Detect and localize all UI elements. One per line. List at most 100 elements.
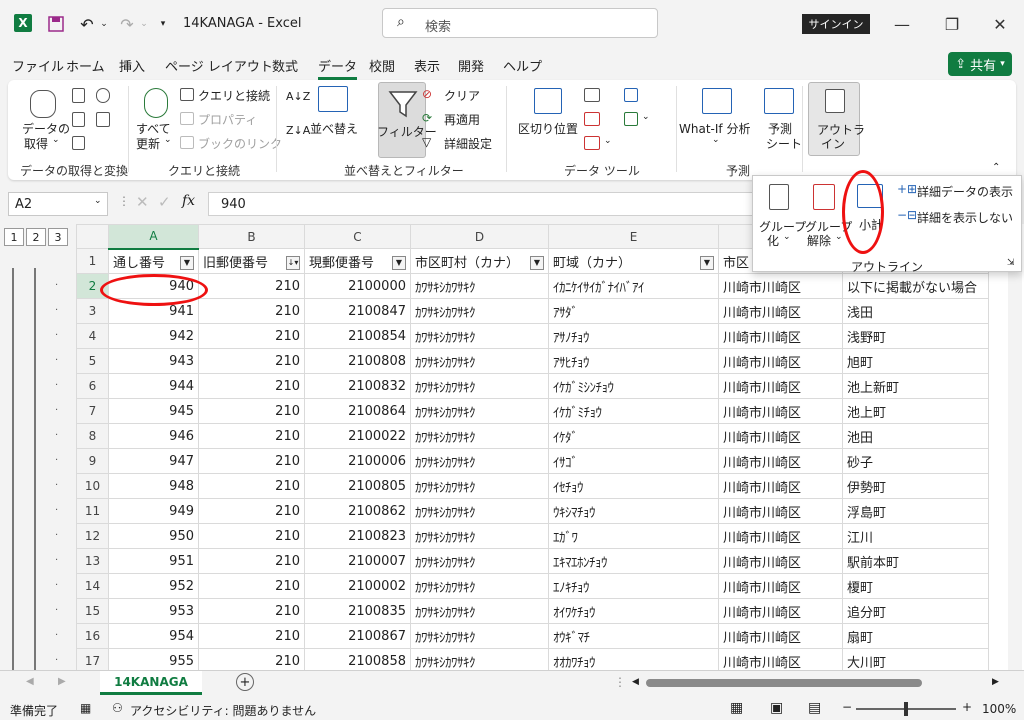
hide-detail-button[interactable]: 詳細を表示しない xyxy=(917,209,1013,226)
header-cell[interactable]: 市区町村（カナ） ▼ xyxy=(410,248,549,274)
tab-insert[interactable]: 挿入 xyxy=(119,56,145,75)
cell-town[interactable]: 追分町 xyxy=(842,598,989,624)
redo-icon[interactable]: ↷ xyxy=(116,12,138,36)
get-data-dropdown-icon[interactable]: ⌄ xyxy=(52,135,60,145)
cell-city[interactable]: 川崎市川崎区 xyxy=(718,473,843,499)
row-header[interactable]: 5 xyxy=(76,348,109,374)
zoom-in-button[interactable]: + xyxy=(962,700,972,714)
name-box[interactable]: A2 xyxy=(8,192,108,216)
row-header[interactable]: 10 xyxy=(76,473,109,499)
cell-town-kana[interactable]: ｵｲﾜｹﾁｮｳ xyxy=(548,598,719,624)
redo-dropdown-icon[interactable]: ⌄ xyxy=(138,12,150,36)
cell-town-kana[interactable]: ｵｵｶﾜﾁｮｳ xyxy=(548,648,719,670)
cell-town[interactable]: 榎町 xyxy=(842,573,989,599)
cell-city[interactable]: 川崎市川崎区 xyxy=(718,448,843,474)
cell-new-zip[interactable]: 2100835 xyxy=(304,598,411,624)
row-header[interactable]: 14 xyxy=(76,573,109,599)
normal-view-icon[interactable]: ▦ xyxy=(730,700,743,716)
cell-new-zip[interactable]: 2100002 xyxy=(304,573,411,599)
name-box-dropdown-icon[interactable]: ⌄ xyxy=(94,196,102,206)
cell-city[interactable]: 川崎市川崎区 xyxy=(718,573,843,599)
data-validation-icon[interactable] xyxy=(584,136,600,150)
outline-settings-launcher-icon[interactable]: ⇲ xyxy=(1007,258,1015,268)
relationships-dropdown-icon[interactable]: ⌄ xyxy=(642,112,650,122)
cell-city-kana[interactable]: ｶﾜｻｷｼｶﾜｻｷｸ xyxy=(410,298,549,324)
cell-city[interactable]: 川崎市川崎区 xyxy=(718,548,843,574)
tab-page-layout[interactable]: ページ レイアウト xyxy=(165,56,273,75)
row-header[interactable]: 9 xyxy=(76,448,109,474)
filter-dropdown-icon[interactable]: ▼ xyxy=(180,255,194,270)
cell-new-zip[interactable]: 2100867 xyxy=(304,623,411,649)
cell-town-kana[interactable]: ｱｻﾉﾁｮｳ xyxy=(548,323,719,349)
cell-new-zip[interactable]: 2100854 xyxy=(304,323,411,349)
from-text-icon[interactable] xyxy=(72,88,85,103)
horizontal-scrollbar-thumb[interactable] xyxy=(646,679,922,687)
zoom-level[interactable]: 100% xyxy=(982,702,1016,716)
cell-old-zip[interactable]: 210 xyxy=(198,498,305,524)
cell-city-kana[interactable]: ｶﾜｻｷｼｶﾜｻｷｸ xyxy=(410,598,549,624)
cell-town[interactable]: 駅前本町 xyxy=(842,548,989,574)
cell-city-kana[interactable]: ｶﾜｻｷｼｶﾜｻｷｸ xyxy=(410,623,549,649)
insert-function-icon[interactable]: fx xyxy=(182,193,195,209)
tab-help[interactable]: ヘルプ xyxy=(503,56,542,75)
confirm-entry-icon[interactable]: ✓ xyxy=(158,193,171,211)
cell-new-zip[interactable]: 2100022 xyxy=(304,423,411,449)
tab-file[interactable]: ファイル xyxy=(12,56,64,75)
cell-town[interactable]: 池田 xyxy=(842,423,989,449)
cell-new-zip[interactable]: 2100864 xyxy=(304,398,411,424)
row-header[interactable]: 12 xyxy=(76,523,109,549)
refresh-dropdown-icon[interactable]: ⌄ xyxy=(164,135,172,145)
cell-new-zip[interactable]: 2100823 xyxy=(304,523,411,549)
collapse-ribbon-icon[interactable]: ⌃ xyxy=(992,162,1000,173)
save-icon[interactable] xyxy=(46,12,66,36)
header-cell[interactable]: 通し番号 ▼ xyxy=(108,248,199,274)
cell-city[interactable]: 川崎市川崎区 xyxy=(718,323,843,349)
what-if-dropdown-icon[interactable]: ⌄ xyxy=(712,135,720,145)
cell-city[interactable]: 川崎市川崎区 xyxy=(718,348,843,374)
cell-town-kana[interactable]: ｲｹｶﾞﾐｼﾝﾁｮｳ xyxy=(548,373,719,399)
share-button[interactable]: ⇪ 共有 ▾ xyxy=(948,52,1012,76)
cell-town-kana[interactable]: ｲｹﾀﾞ xyxy=(548,423,719,449)
row-header[interactable]: 1 xyxy=(76,248,109,274)
undo-icon[interactable]: ↶ xyxy=(76,12,98,36)
data-validation-dropdown-icon[interactable]: ⌄ xyxy=(604,136,612,146)
cell-serial[interactable]: 948 xyxy=(108,473,199,499)
cell-city[interactable]: 川崎市川崎区 xyxy=(718,398,843,424)
column-header[interactable]: A xyxy=(108,224,199,250)
accessibility-status[interactable]: アクセシビリティ: 問題ありません xyxy=(130,702,316,719)
cell-new-zip[interactable]: 2100006 xyxy=(304,448,411,474)
cell-town[interactable]: 大川町 xyxy=(842,648,989,670)
tab-data[interactable]: データ xyxy=(318,56,358,80)
cell-serial[interactable]: 950 xyxy=(108,523,199,549)
cell-serial[interactable]: 949 xyxy=(108,498,199,524)
cell-serial[interactable]: 946 xyxy=(108,423,199,449)
minimize-button[interactable]: — xyxy=(890,12,914,36)
row-header[interactable]: 8 xyxy=(76,423,109,449)
sort-ascending-icon[interactable]: A↓Z xyxy=(286,90,310,103)
cell-city[interactable]: 川崎市川崎区 xyxy=(718,523,843,549)
cell-new-zip[interactable]: 2100858 xyxy=(304,648,411,670)
cell-new-zip[interactable]: 2100805 xyxy=(304,473,411,499)
cell-town[interactable]: 扇町 xyxy=(842,623,989,649)
cell-old-zip[interactable]: 210 xyxy=(198,448,305,474)
row-header[interactable]: 16 xyxy=(76,623,109,649)
from-table-icon[interactable] xyxy=(72,112,85,127)
cell-serial[interactable]: 943 xyxy=(108,348,199,374)
reapply-button[interactable]: 再適用 xyxy=(444,111,480,128)
cell-town[interactable]: 旭町 xyxy=(842,348,989,374)
cell-city-kana[interactable]: ｶﾜｻｷｼｶﾜｻｷｸ xyxy=(410,423,549,449)
signin-button[interactable]: サインイン xyxy=(802,14,870,34)
cell-town-kana[interactable]: ｴｷﾏｴﾎﾝﾁｮｳ xyxy=(548,548,719,574)
cell-new-zip[interactable]: 2100862 xyxy=(304,498,411,524)
cell-town[interactable]: 浮島町 xyxy=(842,498,989,524)
tab-developer[interactable]: 開発 xyxy=(458,56,484,75)
cell-old-zip[interactable]: 210 xyxy=(198,548,305,574)
cell-town[interactable]: 伊勢町 xyxy=(842,473,989,499)
zoom-out-button[interactable]: − xyxy=(842,700,852,714)
cell-city-kana[interactable]: ｶﾜｻｷｼｶﾜｻｷｸ xyxy=(410,498,549,524)
header-cell[interactable]: 旧郵便番号 ↓▾ xyxy=(198,248,305,274)
cell-city-kana[interactable]: ｶﾜｻｷｼｶﾜｻｷｸ xyxy=(410,373,549,399)
cell-serial[interactable]: 942 xyxy=(108,323,199,349)
cell-city[interactable]: 川崎市川崎区 xyxy=(718,498,843,524)
header-cell[interactable]: 町域（カナ） ▼ xyxy=(548,248,719,274)
